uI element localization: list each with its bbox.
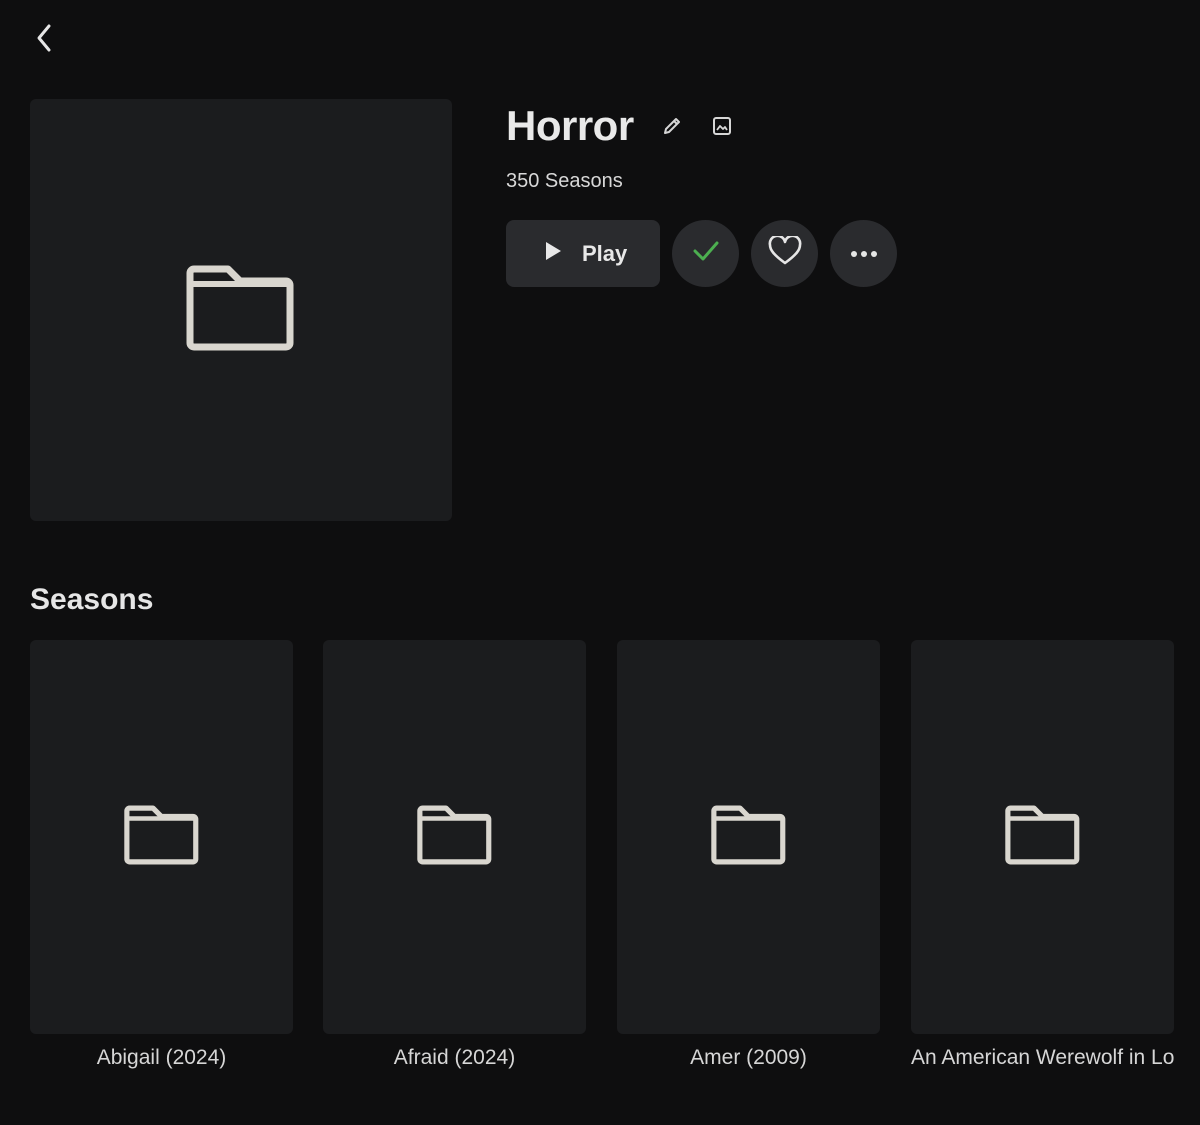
folder-icon — [186, 263, 296, 358]
collection-info: Horror 350 Seasons — [506, 100, 736, 193]
mark-watched-button[interactable] — [672, 220, 739, 287]
seasons-grid: Abigail (2024) Afraid (2024) Amer (2009) — [30, 640, 1200, 1100]
page-title: Horror — [506, 102, 634, 149]
collection-artwork — [30, 99, 452, 521]
pencil-icon[interactable] — [658, 112, 686, 140]
play-button[interactable]: Play — [506, 220, 660, 287]
title-row: Horror — [506, 100, 736, 152]
season-title: An American Werewolf in London — [911, 1046, 1174, 1069]
season-card[interactable]: Abigail (2024) — [30, 640, 293, 1070]
season-card[interactable]: An American Werewolf in London — [911, 640, 1174, 1070]
folder-icon — [710, 804, 787, 871]
more-options-button[interactable] — [830, 220, 897, 287]
folder-icon — [1004, 804, 1081, 871]
image-icon[interactable] — [708, 112, 736, 140]
back-button[interactable] — [24, 20, 64, 60]
season-title: Afraid (2024) — [393, 1046, 516, 1069]
play-label: Play — [582, 240, 628, 266]
season-title: Abigail (2024) — [96, 1046, 227, 1069]
more-icon — [850, 245, 878, 263]
play-icon — [544, 241, 562, 266]
favorite-button[interactable] — [751, 220, 818, 287]
season-artwork — [617, 640, 880, 1034]
check-icon — [692, 240, 720, 267]
season-artwork — [30, 640, 293, 1034]
action-bar: Play — [506, 220, 897, 287]
season-artwork — [323, 640, 586, 1034]
season-card[interactable]: Amer (2009) — [617, 640, 880, 1070]
folder-icon — [123, 804, 200, 871]
seasons-heading: Seasons — [30, 583, 154, 616]
heart-icon — [768, 234, 802, 271]
season-card[interactable]: Afraid (2024) — [323, 640, 586, 1070]
item-count: 350 Seasons — [506, 170, 623, 192]
season-artwork — [911, 640, 1174, 1034]
chevron-left-icon — [33, 21, 55, 60]
season-title: Amer (2009) — [690, 1046, 807, 1069]
folder-icon — [416, 804, 493, 871]
